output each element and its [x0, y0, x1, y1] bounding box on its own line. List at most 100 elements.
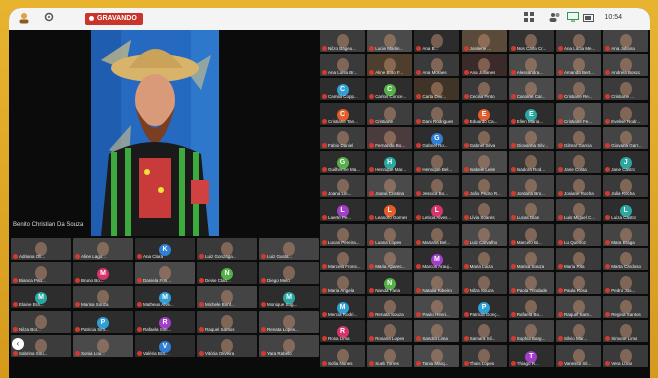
participant-tile[interactable]: Henrique Bel... [414, 151, 460, 173]
participant-tile[interactable]: M Marcos Arauj... [414, 247, 460, 270]
participant-tile[interactable]: H Henrique Mar... [367, 151, 413, 173]
participant-tile[interactable]: Evelise Rodr... [603, 102, 649, 125]
participant-tile[interactable]: Renata Lopes... [259, 310, 319, 333]
participant-tile[interactable]: L Leandro Gomes [367, 199, 413, 222]
gear-icon[interactable] [42, 12, 56, 26]
participant-tile[interactable]: Marcela Frons... [320, 247, 365, 270]
participant-tile[interactable]: Jane Costa [556, 151, 601, 173]
participant-tile[interactable]: Cristiane [367, 102, 413, 125]
participant-tile[interactable]: Rafaela Bo... [508, 296, 554, 319]
participant-tile[interactable]: T Thiago R... [508, 344, 554, 367]
participant-tile[interactable]: E Ellen Maria... [508, 102, 554, 125]
participant-tile[interactable]: Simone Lima [603, 320, 649, 343]
participant-tile[interactable]: Luana Lopes [367, 223, 413, 246]
participant-tile[interactable]: Regina Santos [603, 296, 649, 319]
participant-tile[interactable]: M Elaine Bra... [11, 286, 71, 309]
participant-tile[interactable]: Natalia Ribeiro [414, 272, 460, 294]
participant-tile[interactable]: Joana Lin... [320, 175, 365, 198]
participant-tile[interactable]: J Jane Castro [603, 151, 649, 173]
participant-tile[interactable]: Yara Rabelo [259, 334, 319, 357]
participant-tile[interactable]: L Leticia Alves... [414, 199, 460, 222]
participant-tile[interactable]: Josilene ... [461, 30, 507, 52]
participant-tile[interactable]: Caroline Car... [508, 78, 554, 101]
participant-tile[interactable]: Bianca Pau... [11, 262, 71, 285]
participant-tile[interactable]: L Luiza Castro [603, 199, 649, 222]
participant-tile[interactable]: Lucie Marlin... [367, 30, 413, 52]
participant-tile[interactable]: P Patricia Gonç... [461, 296, 507, 319]
participant-tile[interactable]: Fabio Daniel [320, 126, 365, 149]
grid-view-icon[interactable] [522, 12, 536, 26]
participant-tile[interactable]: Ana Lúcia Me... [556, 30, 601, 52]
participant-tile[interactable]: Sandra Lima [414, 320, 460, 343]
participant-tile[interactable]: Aline Brito F... [367, 54, 413, 77]
participant-tile[interactable]: C Cristiane Tan... [320, 102, 365, 125]
participant-tile[interactable]: Michele Bonf... [197, 286, 257, 309]
participant-tile[interactable]: Nilzo Bageu... [320, 30, 365, 52]
participant-tile[interactable]: Isadora Rod... [508, 151, 554, 173]
participant-tile[interactable]: Daniela Fon... [135, 262, 195, 285]
participant-tile[interactable]: Ana Luisa Br... [320, 54, 365, 77]
participant-tile[interactable]: Mara Braga [603, 223, 649, 246]
participant-tile[interactable]: Tania Marq... [414, 344, 460, 367]
participant-tile[interactable]: E Eduardo Ca... [461, 102, 507, 125]
participant-tile[interactable]: Giovanna Silv... [508, 126, 554, 149]
participant-tile[interactable]: Maria Luiza [461, 247, 507, 270]
participant-tile[interactable]: Nos Carla Cr... [508, 30, 554, 52]
participant-tile[interactable]: V Valéria Bra... [135, 334, 195, 357]
participant-tile[interactable]: N Nanda Faria [367, 272, 413, 294]
participant-tile[interactable]: Giovana Garr... [603, 126, 649, 149]
participant-tile[interactable]: M Monique Sug... [259, 286, 319, 309]
participant-tile[interactable]: Paula Rosa [556, 272, 601, 294]
participant-tile[interactable]: Lucas Dias [508, 199, 554, 222]
participant-tile[interactable]: M Mercia Rodri... [320, 296, 365, 319]
participant-tile[interactable]: Luiz Gusta... [259, 238, 319, 260]
participant-tile[interactable]: M Matheus Alve... [135, 286, 195, 309]
participant-tile[interactable]: Isabele Leite [461, 151, 507, 173]
participant-tile[interactable]: Josiane Rocha [556, 175, 601, 198]
participant-tile[interactable]: Marta Cardoso [603, 247, 649, 270]
participant-tile[interactable]: Alessandra... [508, 54, 554, 77]
share-screen-icon[interactable] [566, 12, 580, 26]
participants-icon[interactable] [548, 12, 562, 26]
participant-tile[interactable]: Nilza Souza [461, 272, 507, 294]
participant-tile[interactable]: Lívia Soares [461, 199, 507, 222]
participant-tile[interactable]: Rosana Lopes [367, 320, 413, 343]
participant-tile[interactable]: Thais Lopes [461, 344, 507, 367]
participant-tile[interactable]: G Gabriel Ro... [414, 126, 460, 149]
participant-tile[interactable]: Andreia Bosco [603, 54, 649, 77]
participant-tile[interactable]: Gabriel Silva [461, 126, 507, 149]
participant-tile[interactable]: Diego Melo [259, 262, 319, 285]
participant-tile[interactable]: Cecilia Pinto [461, 78, 507, 101]
participant-tile[interactable]: Marisa Souza [508, 247, 554, 270]
participant-tile[interactable]: Ana Juliana [603, 30, 649, 52]
participant-tile[interactable]: Vera Lúcia [603, 344, 649, 367]
participant-tile[interactable]: Silvio Mar... [556, 320, 601, 343]
participant-tile[interactable]: Cristiane Re... [556, 78, 601, 101]
participant-tile[interactable]: Luiz Carvalho [461, 223, 507, 246]
participant-tile[interactable]: Vitória Oliveira [197, 334, 257, 357]
participant-tile[interactable]: Gilmar Garcia [556, 126, 601, 149]
participant-tile[interactable]: Mariana Bel... [414, 223, 460, 246]
participant-tile[interactable]: Joana Cristina [367, 175, 413, 198]
participant-tile[interactable]: Marisa Souza [73, 286, 133, 309]
participant-tile[interactable]: Lucas Pereira... [320, 223, 365, 246]
participant-tile[interactable]: Samara Sil... [461, 320, 507, 343]
participant-tile[interactable]: Vanessa Sil... [556, 344, 601, 367]
participant-tile[interactable]: Ana Moraes [414, 54, 460, 77]
participant-tile[interactable]: Fernanda Bo... [367, 126, 413, 149]
participant-tile[interactable]: Jordana Bro... [508, 175, 554, 198]
participant-tile[interactable]: M Bruno Bo... [73, 262, 133, 285]
participant-tile[interactable]: Julia Rocha [603, 175, 649, 198]
participant-tile[interactable]: Sofia Nunes [320, 344, 365, 367]
participant-tile[interactable]: Luis Miguel C... [556, 199, 601, 222]
participant-tile[interactable]: Carla Deir... [414, 78, 460, 101]
user-avatar-icon[interactable] [17, 12, 31, 26]
participant-tile[interactable]: R Rafaela Sim... [135, 310, 195, 333]
participant-tile[interactable]: L Laerte Pe... [320, 199, 365, 222]
participant-tile[interactable]: Cristiane Fe... [556, 102, 601, 125]
participant-tile[interactable]: G Guilherme Ma... [320, 151, 365, 173]
participant-tile[interactable]: Pedro Jos... [603, 272, 649, 294]
participant-tile[interactable]: C Camila Copp... [320, 78, 365, 101]
participant-tile[interactable]: K Ana Clara [135, 238, 195, 260]
participant-tile[interactable]: Paulo Henri... [414, 296, 460, 319]
